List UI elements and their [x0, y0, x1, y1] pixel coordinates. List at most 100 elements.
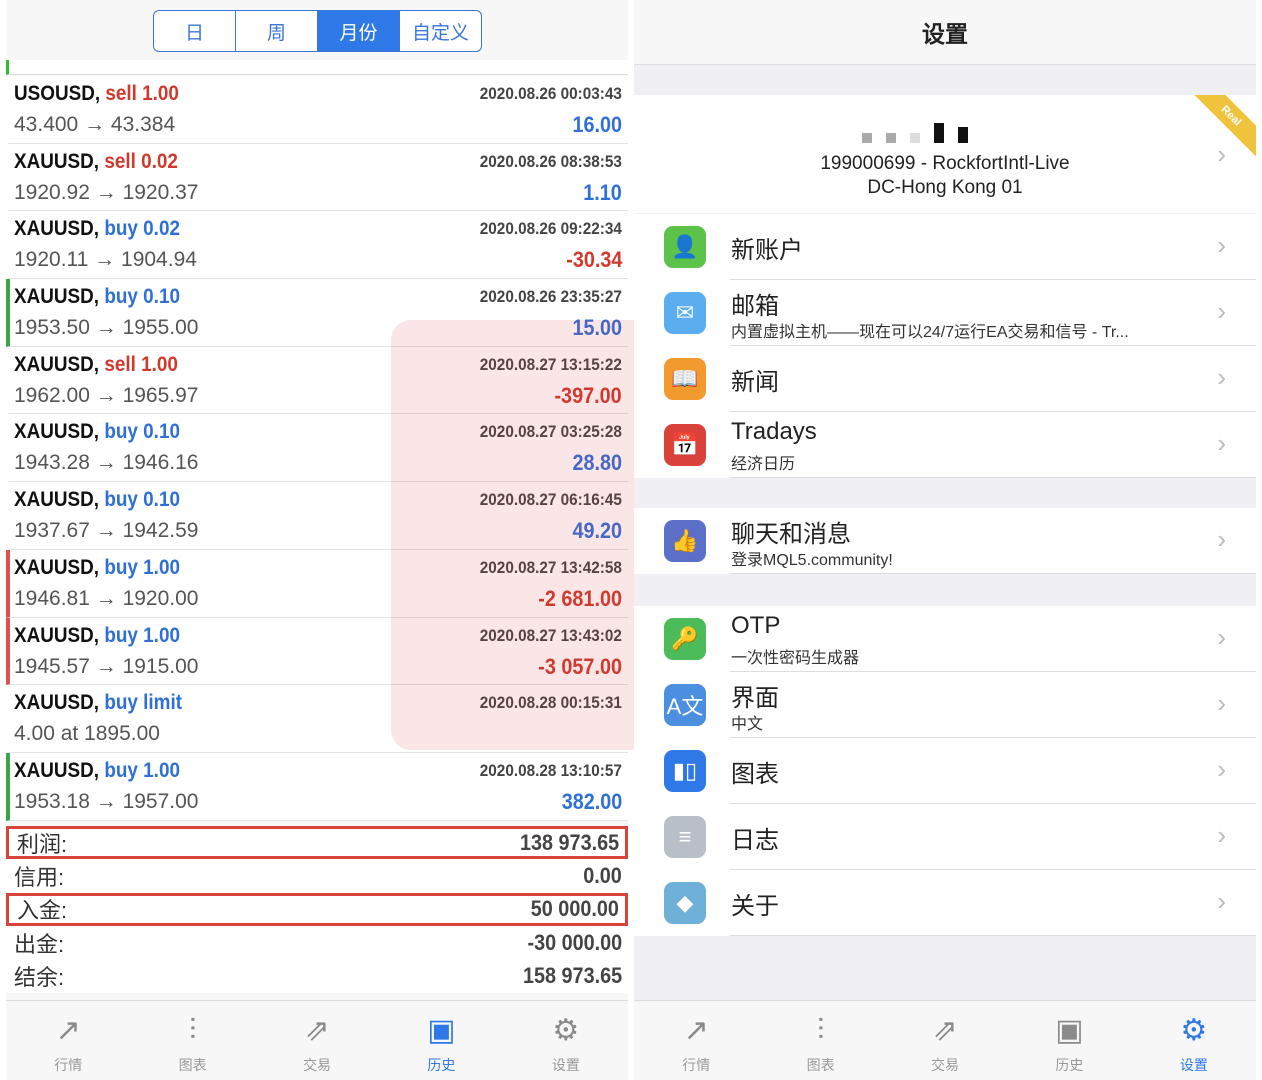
tab-chart[interactable]: ⫶ 图表 [758, 1001, 882, 1080]
summary-row: 入金: 50 000.00 [6, 892, 628, 927]
trade-prices: 1937.67 → 1942.59 [14, 519, 199, 543]
trade-prices: 1920.11 → 1904.94 [14, 248, 197, 272]
chevron-right-icon: › [1217, 754, 1226, 784]
tab-chart[interactable]: ⫶ 图表 [130, 1001, 254, 1080]
item-subtitle: 一次性密码生成器 [731, 650, 860, 667]
settings-item[interactable]: ✉ 邮箱 内置虚拟主机——现在可以24/7运行EA交易和信号 - Tr... › [634, 280, 1256, 346]
segment-month[interactable]: 月份 [318, 11, 400, 51]
item-subtitle: 中文 [731, 716, 764, 733]
trade-row[interactable]: XAUUSD, buy 1.00 1953.18 → 1957.00 2020.… [6, 752, 628, 821]
item-title: 聊天和消息 [731, 521, 851, 548]
trade-time: 2020.08.27 13:43:02 [479, 625, 622, 645]
trade-icon: ⇗ [932, 1014, 958, 1047]
summary-label: 出金: [14, 931, 65, 957]
settings-item[interactable]: 👍 聊天和消息 登录MQL5.community! › [634, 508, 1256, 574]
trade-symbol: XAUUSD, [14, 149, 100, 173]
tab-label: 历史 [1055, 1057, 1084, 1073]
trade-row[interactable]: XAUUSD, sell 0.02 1920.92 → 1920.37 2020… [6, 143, 628, 212]
summary-label: 入金: [17, 898, 68, 924]
trade-prices: 43.400 → 43.384 [14, 113, 176, 136]
item-title: 日志 [731, 827, 779, 854]
settings-item[interactable]: ◆ 关于 › [634, 870, 1256, 936]
item-title: 新账户 [731, 237, 803, 264]
trade-side: buy 1.00 [104, 758, 180, 782]
tab-trade[interactable]: ⇗ 交易 [883, 1001, 1007, 1080]
chevron-right-icon: › [1217, 524, 1226, 554]
trade-row[interactable]: XAUUSD, buy 0.10 1953.50 → 1955.00 2020.… [6, 279, 628, 347]
trade-profit: -30.34 [565, 247, 622, 273]
trade-profit: -2 681.00 [538, 585, 622, 611]
trade-side: buy limit [104, 691, 183, 715]
summary: 利润: 138 973.65 信用: 0.00 入金: 50 000.00 出金: -30 0… [6, 826, 628, 993]
item-subtitle: 经济日历 [731, 456, 796, 473]
trade-profit: 16.00 [572, 112, 622, 137]
trade-row[interactable]: XAUUSD, buy 1.00 1946.81 → 1920.00 2020.… [6, 549, 628, 618]
summary-row: 出金: -30 000.00 [6, 926, 628, 959]
trade-prices: 1943.28 → 1946.16 [14, 451, 199, 475]
quotes-icon: ↗ [683, 1014, 709, 1047]
trade-prices: 1962.00 → 1965.97 [14, 383, 199, 407]
tab-label: 历史 [427, 1057, 456, 1073]
trade-row[interactable]: XAUUSD, buy 0.10 1943.28 → 1946.16 2020.… [6, 414, 628, 483]
settings-item[interactable]: ▮▯ 图表 › [634, 738, 1256, 804]
trade-row[interactable]: XAUUSD, buy 0.10 1937.67 → 1942.59 2020.… [6, 482, 628, 550]
tab-quotes[interactable]: ↗ 行情 [6, 1001, 130, 1080]
summary-value: 0.00 [583, 863, 622, 889]
settings-item[interactable]: 📖 新闻 › [634, 346, 1256, 412]
settings-item[interactable]: A文 界面 中文 › [634, 672, 1256, 738]
tab-trade[interactable]: ⇗ 交易 [255, 1001, 379, 1080]
tab-history[interactable]: ▣ 历史 [379, 1001, 503, 1080]
trade-symbol: USOUSD, [14, 82, 101, 105]
trade-symbol: XAUUSD, [14, 555, 100, 579]
tab-settings[interactable]: ⚙ 设置 [504, 1001, 628, 1080]
chevron-right-icon: › [1217, 688, 1226, 718]
chevron-right-icon: › [1217, 362, 1226, 392]
tab-settings[interactable]: ⚙ 设置 [1132, 1001, 1256, 1080]
chat-icon: 👍 [664, 520, 706, 562]
trade-prices: 1945.57 → 1915.00 [14, 654, 199, 678]
trade-side: sell 1.00 [104, 352, 178, 376]
trade-row[interactable]: XAUUSD, buy limit 4.00 at 1895.00 2020.0… [6, 685, 628, 753]
tab-label: 行情 [682, 1057, 711, 1073]
chart-icon: ⫶ [188, 1014, 197, 1047]
settings-item[interactable]: ≡ 日志 › [634, 804, 1256, 870]
segment-day[interactable]: 日 [154, 11, 236, 51]
trade-row[interactable]: XAUUSD, buy 1.00 1945.57 → 1915.00 2020.… [6, 617, 628, 686]
trade-row[interactable]: USOUSD, sell 1.00 43.400 → 43.384 2020.0… [6, 76, 628, 144]
trade-symbol: XAUUSD, [14, 623, 100, 647]
trade-profit: 1.10 [583, 179, 622, 205]
tab-label: 行情 [54, 1057, 83, 1073]
tab-quotes[interactable]: ↗ 行情 [634, 1001, 758, 1080]
tab-label: 交易 [303, 1057, 332, 1073]
account-name-redacted [862, 115, 1042, 143]
summary-label: 结余: [14, 965, 65, 991]
item-title: 新闻 [731, 369, 779, 396]
trade-profit: -3 057.00 [538, 653, 622, 679]
segment-week[interactable]: 周 [236, 11, 318, 51]
trade-list: USOUSD, sell 1.00 43.400 → 43.384 2020.0… [6, 76, 628, 821]
trade-time: 2020.08.27 06:16:45 [479, 490, 622, 510]
trade-time: 2020.08.26 08:38:53 [479, 151, 622, 171]
tab-label: 图表 [178, 1057, 207, 1073]
settings-item[interactable]: 🔑 OTP 一次性密码生成器 › [634, 606, 1256, 672]
account-server: DC-Hong Kong 01 [867, 177, 1023, 198]
settings-item[interactable]: 📅 Tradays 经济日历 › [634, 412, 1256, 478]
tab-label: 设置 [551, 1057, 580, 1073]
summary-value: 158 973.65 [522, 963, 622, 989]
trade-row[interactable]: XAUUSD, buy 0.02 1920.11 → 1904.94 2020.… [6, 211, 628, 280]
account-card[interactable]: 199000699 - RockfortIntl-Live DC-Hong Ko… [634, 95, 1256, 213]
settings-icon: ⚙ [1180, 1014, 1208, 1047]
chart-icon: ⫶ [816, 1014, 825, 1047]
trade-prices: 4.00 at 1895.00 [14, 722, 160, 746]
trade-row[interactable]: XAUUSD, sell 1.00 1962.00 → 1965.97 2020… [6, 346, 628, 415]
segment-custom[interactable]: 自定义 [400, 11, 481, 51]
trade-symbol: XAUUSD, [14, 352, 100, 376]
journal-icon: ≡ [664, 816, 706, 858]
item-title: 关于 [731, 893, 779, 920]
summary-label: 利润: [17, 831, 68, 857]
chevron-right-icon: › [1217, 296, 1226, 326]
settings-item[interactable]: 👤 新账户 › [634, 214, 1256, 280]
tab-history[interactable]: ▣ 历史 [1007, 1001, 1131, 1080]
item-title: 界面 [731, 685, 779, 712]
trade-time: 2020.08.26 00:03:43 [479, 84, 622, 103]
